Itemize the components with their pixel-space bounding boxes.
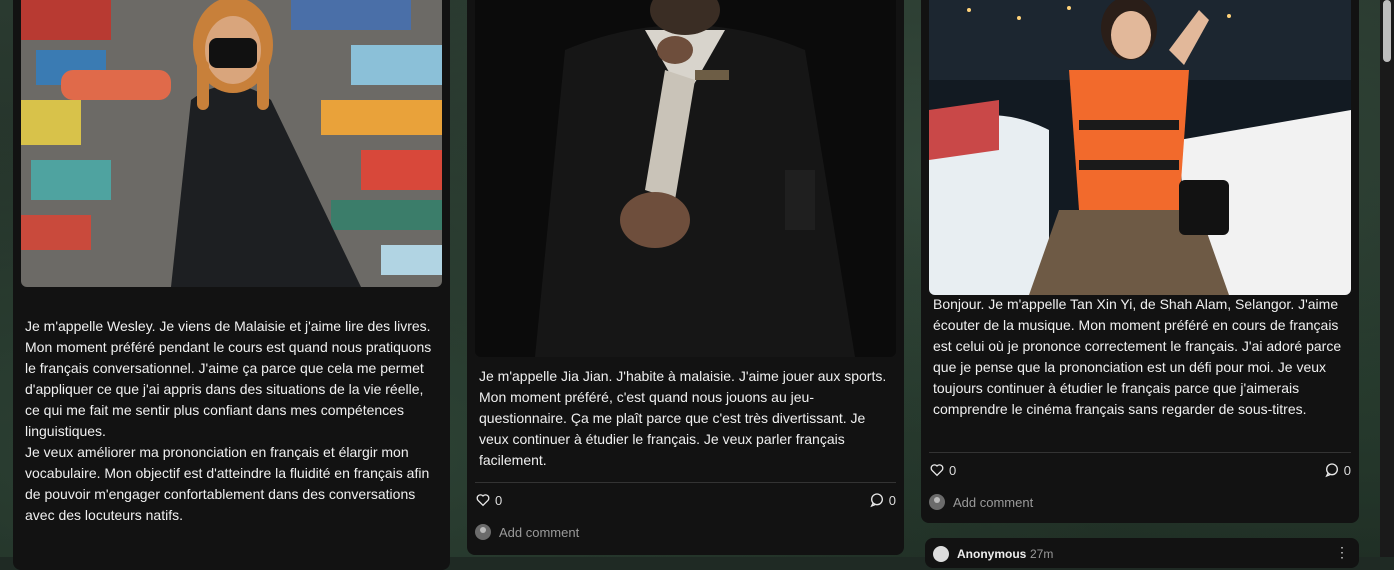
add-comment-input[interactable]: Add comment: [499, 525, 579, 540]
post-text: Je m'appelle Wesley. Je viens de Malaisi…: [25, 318, 432, 523]
add-comment-row[interactable]: Add comment: [475, 524, 579, 540]
like-count: 0: [949, 462, 957, 478]
avatar: [475, 524, 491, 540]
comments-button[interactable]: 0: [1324, 462, 1351, 478]
heart-icon: [930, 464, 944, 477]
post-divider: [929, 452, 1351, 453]
post-photo[interactable]: [475, 0, 896, 357]
add-comment-input[interactable]: Add comment: [953, 495, 1033, 510]
post-divider: [475, 482, 896, 483]
heart-icon: [476, 494, 490, 507]
post-actions: 0 0: [475, 490, 896, 510]
add-comment-row[interactable]: Add comment: [929, 494, 1033, 510]
comment-card[interactable]: Anonymous 27m ⋮: [925, 538, 1359, 568]
more-vertical-icon[interactable]: ⋮: [1335, 544, 1349, 561]
comment-count: 0: [888, 492, 896, 508]
avatar: [929, 494, 945, 510]
comment-bubble-icon: [1325, 463, 1338, 478]
post-photo[interactable]: [929, 0, 1351, 295]
post-actions: 0 0: [929, 460, 1351, 480]
scrollbar[interactable]: [1380, 0, 1394, 557]
post-card-tan-xin-yi[interactable]: Bonjour. Je m'appelle Tan Xin Yi, de Sha…: [921, 0, 1359, 523]
like-button[interactable]: 0: [475, 492, 502, 508]
post-card-wesley[interactable]: Je m'appelle Wesley. Je viens de Malaisi…: [13, 0, 450, 570]
comments-button[interactable]: 0: [869, 492, 896, 508]
like-count: 0: [495, 492, 503, 508]
post-text: Je m'appelle Jia Jian. J'habite à malais…: [479, 368, 887, 468]
like-button[interactable]: 0: [929, 462, 956, 478]
post-photo[interactable]: [21, 0, 442, 287]
comment-author: Anonymous: [957, 547, 1027, 561]
scrollbar-thumb[interactable]: [1383, 0, 1391, 62]
comment-count: 0: [1343, 462, 1351, 478]
comment-bubble-icon: [870, 493, 883, 508]
post-text: Bonjour. Je m'appelle Tan Xin Yi, de Sha…: [933, 296, 1342, 417]
comment-time: 27m: [1030, 547, 1054, 561]
avatar: [933, 546, 949, 562]
post-card-jia-jian[interactable]: Je m'appelle Jia Jian. J'habite à malais…: [467, 0, 904, 555]
